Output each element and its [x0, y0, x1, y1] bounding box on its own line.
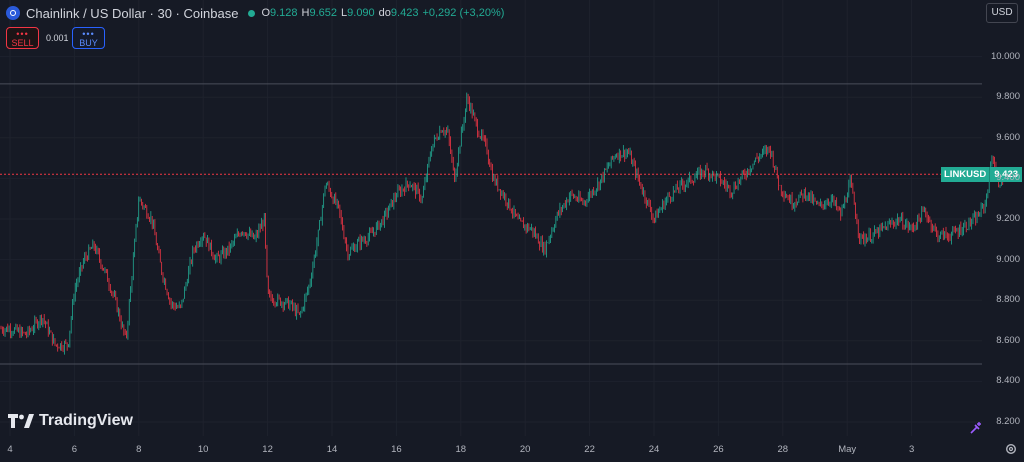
price-chart[interactable] [0, 0, 1024, 462]
tradingview-mark-icon [8, 414, 34, 428]
price-tick-label: 9.400 [996, 172, 1020, 184]
candles [0, 92, 1005, 355]
time-tick-label: 20 [519, 444, 531, 455]
chainlink-logo-icon [6, 6, 20, 20]
time-tick-label: 24 [648, 444, 660, 455]
ohlc-close-value: 9.423 [390, 7, 419, 19]
price-tick-label: 9.000 [996, 253, 1020, 265]
time-tick-label: 22 [584, 444, 595, 455]
ohlc-low-value: 9.090 [347, 7, 375, 19]
ohlc-change: +0,292 (+3,20%) [422, 7, 505, 19]
price-tick-label: 10.000 [990, 50, 1020, 62]
buy-label: BUY [79, 38, 98, 48]
time-tick-label: May [838, 444, 857, 455]
price-tick-label: 9.800 [996, 91, 1020, 103]
settings-gear-icon[interactable] [1004, 442, 1018, 456]
sell-price-dots: ••• [16, 29, 29, 39]
tradingview-logo[interactable]: TradingView [8, 412, 133, 430]
time-tick-label: 6 [71, 444, 78, 455]
symbol-title[interactable]: Chainlink / US Dollar · 30 · Coinbase [26, 6, 238, 21]
sell-label: SELL [11, 38, 34, 48]
add-drawing-icon[interactable] [969, 421, 983, 435]
price-tick-label: 8.600 [996, 334, 1020, 346]
chart-grid [0, 0, 982, 436]
price-tick-label: 8.800 [996, 294, 1020, 306]
time-tick-label: 4 [7, 444, 13, 455]
ohlc-open-key: O [261, 7, 270, 19]
price-tick-label: 9.200 [996, 213, 1020, 224]
time-tick-label: 18 [455, 444, 467, 455]
spread-value: 0.001 [46, 33, 69, 43]
ohlc-close-key: do [378, 7, 391, 19]
time-tick-label: 14 [326, 444, 338, 455]
price-tick-label: 8.200 [996, 416, 1020, 427]
ohlc-open-value: 9.128 [270, 7, 298, 19]
symbol-header: Chainlink / US Dollar · 30 · Coinbase O9… [6, 4, 504, 22]
time-tick-label: 12 [262, 444, 273, 455]
ohlc-high-value: 9.652 [309, 7, 338, 19]
ohlc-values: O9.128 H9.652 L9.090 do9.423 +0,292 (+3,… [261, 7, 504, 19]
time-tick-label: 26 [713, 444, 724, 455]
price-tick-label: 8.400 [996, 375, 1020, 387]
tradingview-wordmark: TradingView [39, 412, 133, 429]
time-tick-label: 16 [391, 444, 402, 455]
buy-button[interactable]: ••• BUY [72, 27, 105, 49]
price-tick-label: 9.600 [996, 131, 1020, 143]
time-tick-label: 8 [136, 444, 142, 455]
time-tick-label: 10 [197, 444, 209, 455]
sell-button[interactable]: ••• SELL [6, 27, 39, 49]
buy-price-dots: ••• [82, 29, 95, 39]
time-tick-label: 28 [777, 444, 789, 455]
currency-selector[interactable]: USD [986, 3, 1018, 23]
time-tick-label: 3 [908, 444, 915, 455]
market-status-dot-icon [248, 9, 256, 17]
